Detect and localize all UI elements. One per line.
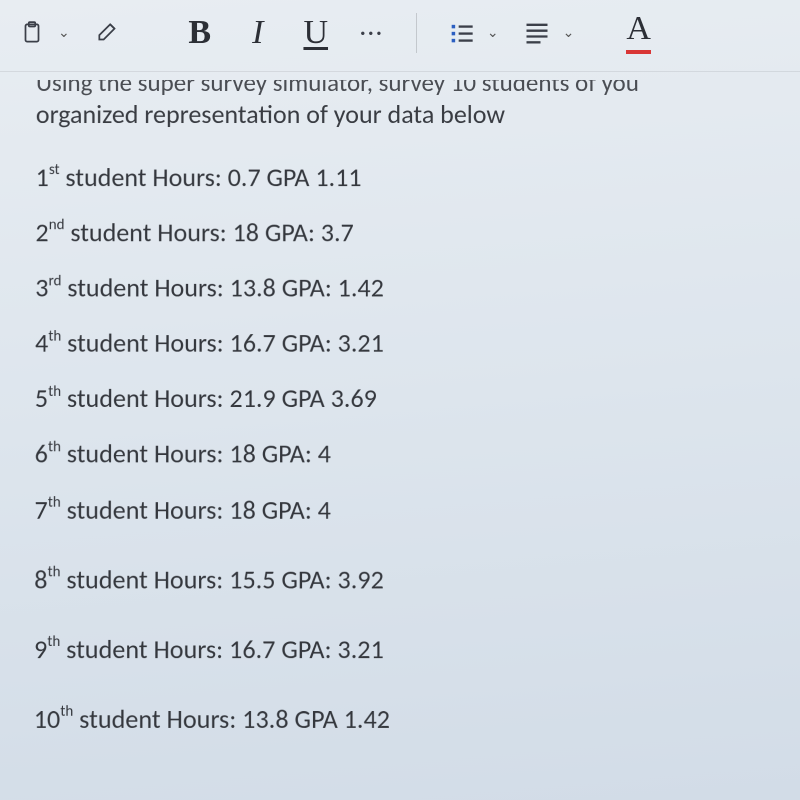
chevron-down-icon: ⌄ [485, 24, 501, 41]
toolbar-divider [416, 13, 417, 53]
align-dropdown[interactable]: ⌄ [519, 15, 577, 51]
chevron-down-icon: ⌄ [561, 24, 577, 41]
student-entry: 3rd student Hours: 13.8 GPA: 1.42 [35, 271, 773, 306]
student-entry: 6th student Hours: 18 GPA: 4 [35, 437, 774, 472]
italic-button[interactable]: I [238, 14, 278, 52]
underline-button[interactable]: U [296, 14, 336, 52]
text-color-button[interactable]: A [626, 12, 651, 54]
student-entry: 5th student Hours: 21.9 GPA 3.69 [35, 381, 773, 416]
student-entry: 2nd student Hours: 18 GPA: 3.7 [35, 215, 772, 250]
paste-dropdown[interactable]: ⌄ [14, 15, 72, 51]
student-entry: 7th student Hours: 18 GPA: 4 [34, 492, 773, 527]
bold-button[interactable]: B [180, 14, 220, 52]
student-entry: 8th student Hours: 15.5 GPA: 3.92 [34, 562, 774, 597]
formatting-toolbar: ⌄ B I U ··· ⌄ [0, 0, 800, 72]
bullet-list-dropdown[interactable]: ⌄ [443, 15, 501, 51]
align-icon [519, 15, 555, 51]
bullet-list-icon [443, 15, 479, 51]
partial-line-above: Using the super survey simulator, survey… [36, 80, 772, 98]
chevron-down-icon: ⌄ [56, 24, 72, 41]
student-entry: 4th student Hours: 16.7 GPA: 3.21 [35, 326, 773, 361]
clipboard-icon [14, 15, 50, 51]
student-entry: 10th student Hours: 13.8 GPA 1.42 [34, 701, 775, 737]
student-entry: 9th student Hours: 16.7 GPA: 3.21 [34, 632, 774, 667]
student-entry: 1st student Hours: 0.7 GPA 1.11 [36, 160, 773, 195]
intro-line: organized representation of your data be… [36, 98, 772, 130]
document-body[interactable]: Using the super survey simulator, survey… [0, 72, 800, 737]
more-formatting-button[interactable]: ··· [354, 18, 390, 47]
format-painter-icon[interactable] [90, 15, 126, 51]
